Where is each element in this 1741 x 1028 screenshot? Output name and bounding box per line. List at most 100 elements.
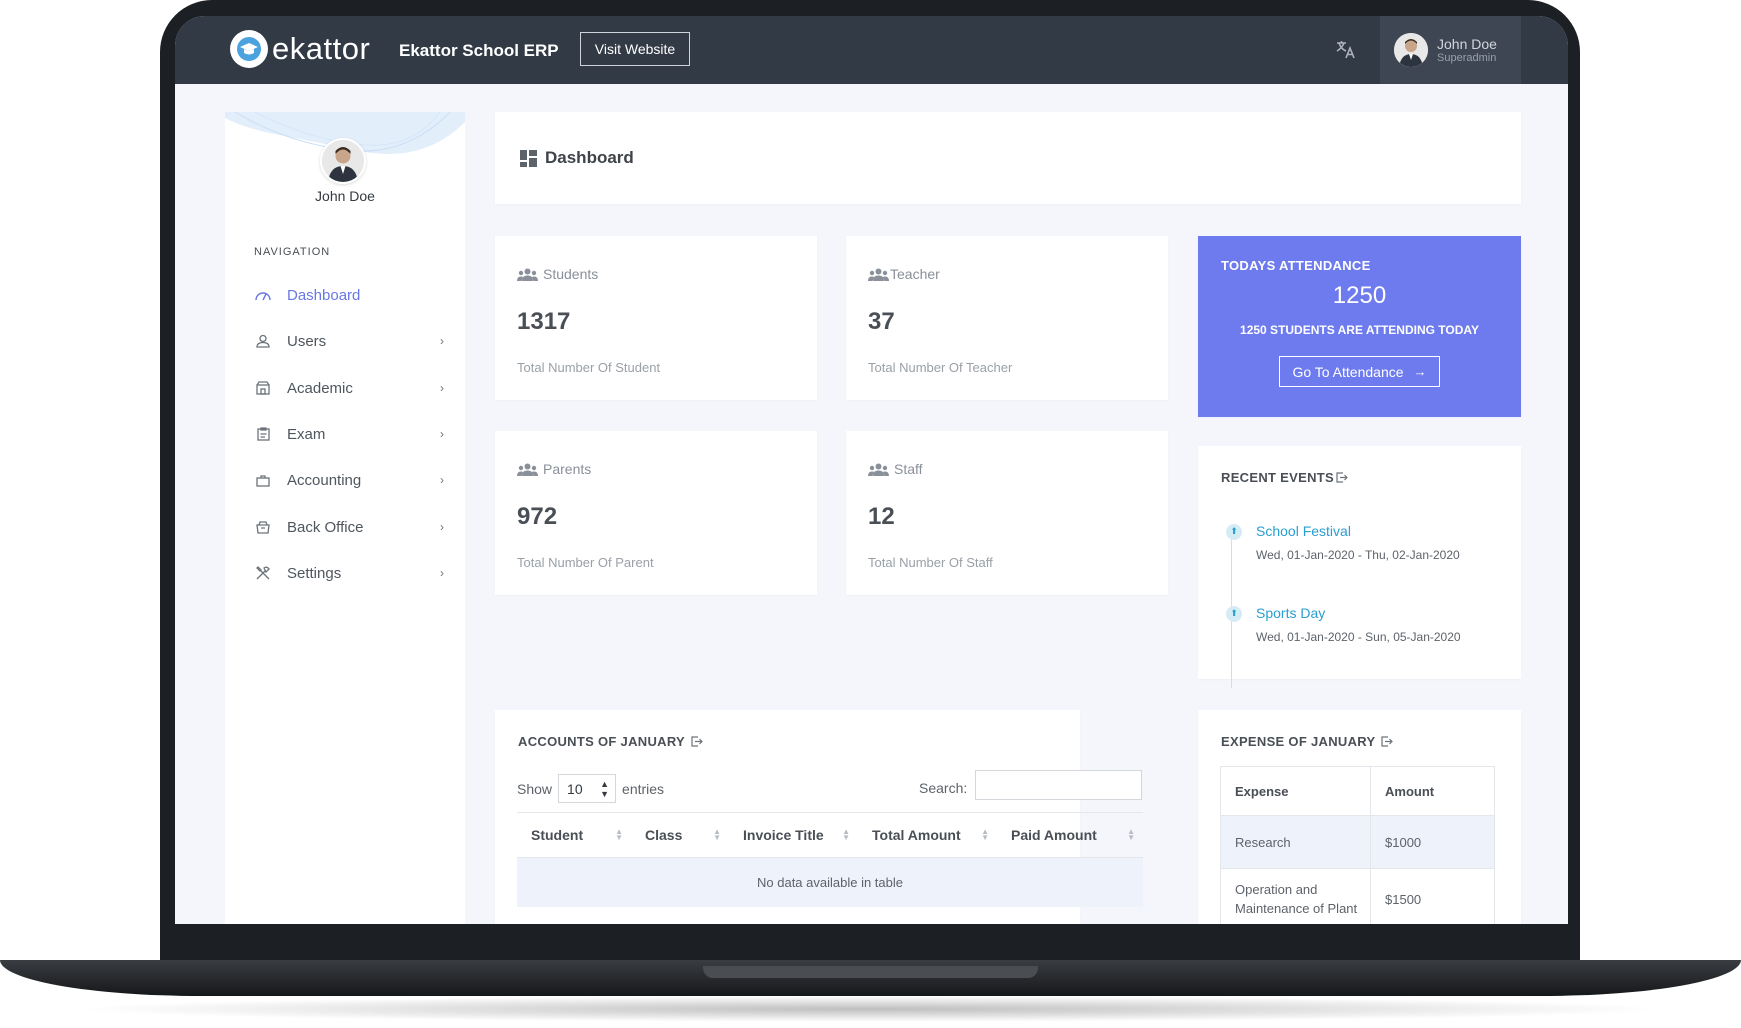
- sidebar-item-label: Settings: [287, 564, 342, 582]
- sort-icon: ▲ ▼: [842, 827, 850, 842]
- stat-label-text: Parents: [543, 461, 592, 477]
- recent-events-card: RECENT EVENTS ⬆ School Festival Wed, 01-…: [1198, 446, 1521, 688]
- external-link-icon[interactable]: [1381, 736, 1394, 747]
- search-label: Search:: [919, 780, 968, 796]
- upload-icon: ⬆: [1226, 606, 1242, 622]
- expense-cell: Research: [1220, 815, 1371, 869]
- app-title: Ekattor School ERP: [399, 41, 559, 60]
- sidebar: John Doe NAVIGATION Dashboard Users › Ac…: [225, 112, 465, 924]
- sidebar-item-label: Dashboard: [287, 286, 361, 304]
- column-header-student[interactable]: Student ▲ ▼: [517, 812, 631, 858]
- avatar: [1394, 33, 1428, 67]
- stat-description: Total Number Of Parent: [517, 555, 654, 570]
- column-header-amount: Amount: [1370, 766, 1495, 816]
- visit-website-button[interactable]: Visit Website: [580, 32, 690, 66]
- sidebar-item-exam[interactable]: Exam ›: [254, 419, 444, 449]
- button-label: Go To Attendance: [1292, 363, 1404, 380]
- sidebar-avatar: [320, 138, 366, 184]
- event-date: Wed, 01-Jan-2020 - Sun, 05-Jan-2020: [1256, 630, 1461, 644]
- chevron-right-icon: ›: [440, 334, 444, 348]
- people-icon: [868, 463, 889, 476]
- stat-label-text: Students: [543, 266, 599, 282]
- stat-label: Students: [517, 266, 598, 282]
- column-header-class[interactable]: Class ▲ ▼: [631, 812, 729, 858]
- user-icon: [254, 332, 272, 350]
- stat-description: Total Number Of Student: [517, 360, 661, 375]
- section-title-text: RECENT EVENTS: [1221, 470, 1334, 485]
- sidebar-item-back-office[interactable]: Back Office ›: [254, 512, 444, 542]
- sort-icon: ▲ ▼: [713, 827, 721, 842]
- stat-card-parents[interactable]: Parents 972 Total Number Of Parent: [495, 431, 817, 595]
- stat-value: 972: [517, 503, 558, 530]
- stat-card-teacher[interactable]: Teacher 37 Total Number Of Teacher: [846, 236, 1168, 400]
- stat-label: Teacher: [868, 266, 940, 282]
- sidebar-item-academic[interactable]: Academic ›: [254, 373, 444, 403]
- stat-card-students[interactable]: Students 1317 Total Number Of Student: [495, 236, 817, 400]
- stat-value: 37: [868, 308, 895, 335]
- translate-icon[interactable]: [1335, 38, 1359, 62]
- attendance-summary: 1250 STUDENTS ARE ATTENDING TODAY: [1240, 323, 1479, 337]
- chevron-right-icon: ›: [440, 566, 444, 580]
- user-menu[interactable]: John Doe Superadmin: [1380, 16, 1521, 84]
- column-label: Student: [531, 827, 584, 843]
- sidebar-item-users[interactable]: Users ›: [254, 326, 444, 356]
- clipboard-icon: [254, 425, 272, 443]
- sidebar-item-settings[interactable]: Settings ›: [254, 558, 444, 588]
- page-header: Dashboard: [495, 112, 1521, 204]
- column-label: Total Amount: [872, 827, 961, 843]
- empty-table-message: No data available in table: [517, 857, 1143, 907]
- people-icon: [517, 463, 538, 476]
- people-icon: [517, 268, 538, 281]
- logo[interactable]: ekattor: [230, 30, 370, 68]
- app-screen: ekattor Ekattor School ERP Visit Website: [175, 16, 1568, 924]
- sidebar-item-dashboard[interactable]: Dashboard: [254, 280, 444, 310]
- column-header-paid-amount[interactable]: Paid Amount ▲ ▼: [997, 812, 1143, 858]
- external-link-icon[interactable]: [1336, 472, 1348, 483]
- laptop-notch: [703, 966, 1038, 978]
- column-label: Invoice Title: [743, 827, 824, 843]
- stat-label-text: Staff: [894, 461, 923, 477]
- arrow-right-icon: →: [1413, 364, 1427, 379]
- event-name[interactable]: Sports Day: [1256, 605, 1325, 621]
- sidebar-item-accounting[interactable]: Accounting ›: [254, 465, 444, 495]
- upload-icon: ⬆: [1226, 524, 1242, 540]
- user-role: Superadmin: [1437, 52, 1497, 64]
- stat-label: Staff: [868, 461, 923, 477]
- sidebar-item-label: Exam: [287, 425, 326, 443]
- expense-table: Expense Amount Research $1000 Operation …: [1220, 766, 1495, 924]
- entries-select[interactable]: 10 ▲ ▼: [558, 774, 617, 803]
- recent-events-title: RECENT EVENTS: [1221, 470, 1348, 485]
- topbar: ekattor Ekattor School ERP Visit Website: [175, 16, 1568, 84]
- expense-card: EXPENSE OF JANUARY Expense Amount Resear…: [1198, 710, 1521, 924]
- stat-value: 12: [868, 503, 895, 530]
- sort-icon: ▲ ▼: [615, 827, 623, 842]
- briefcase-icon: [254, 471, 272, 489]
- accounts-title: ACCOUNTS OF JANUARY: [518, 734, 703, 749]
- accounts-table: Student ▲ ▼ Class ▲ ▼ Invoice Title ▲ ▼ Total …: [517, 812, 1143, 907]
- laptop-shadow: [70, 996, 1670, 1022]
- event-name[interactable]: School Festival: [1256, 523, 1351, 539]
- page-title: Dashboard: [520, 148, 634, 168]
- column-header-invoice-title[interactable]: Invoice Title ▲ ▼: [729, 812, 858, 858]
- entries-length-control: Show 10 ▲ ▼ entries: [517, 774, 664, 803]
- dashboard-grid-icon: [520, 149, 537, 167]
- accounts-card: ACCOUNTS OF JANUARY Show 10 ▲ ▼ entries S…: [495, 710, 1143, 924]
- stat-card-staff[interactable]: Staff 12 Total Number Of Staff: [846, 431, 1168, 595]
- expense-cell: Operation and Maintenance of Plant: [1220, 868, 1371, 924]
- section-title-text: EXPENSE OF JANUARY: [1221, 734, 1376, 749]
- sidebar-item-label: Academic: [287, 379, 353, 397]
- user-name: John Doe: [1437, 36, 1497, 52]
- chevron-right-icon: ›: [440, 381, 444, 395]
- tools-icon: [254, 564, 272, 582]
- column-header-expense: Expense: [1220, 766, 1371, 816]
- external-link-icon[interactable]: [691, 736, 703, 747]
- attendance-value: 1250: [1332, 282, 1387, 309]
- select-arrows-icon: ▲ ▼: [600, 778, 610, 799]
- search-input[interactable]: [975, 770, 1142, 800]
- chevron-right-icon: ›: [440, 473, 444, 487]
- column-header-total-amount[interactable]: Total Amount ▲ ▼: [858, 812, 997, 858]
- sort-icon: ▲ ▼: [981, 827, 989, 842]
- table-row: Operation and Maintenance of Plant $1500: [1220, 868, 1495, 924]
- go-to-attendance-button[interactable]: Go To Attendance →: [1279, 356, 1440, 387]
- table-row: Research $1000: [1220, 815, 1495, 869]
